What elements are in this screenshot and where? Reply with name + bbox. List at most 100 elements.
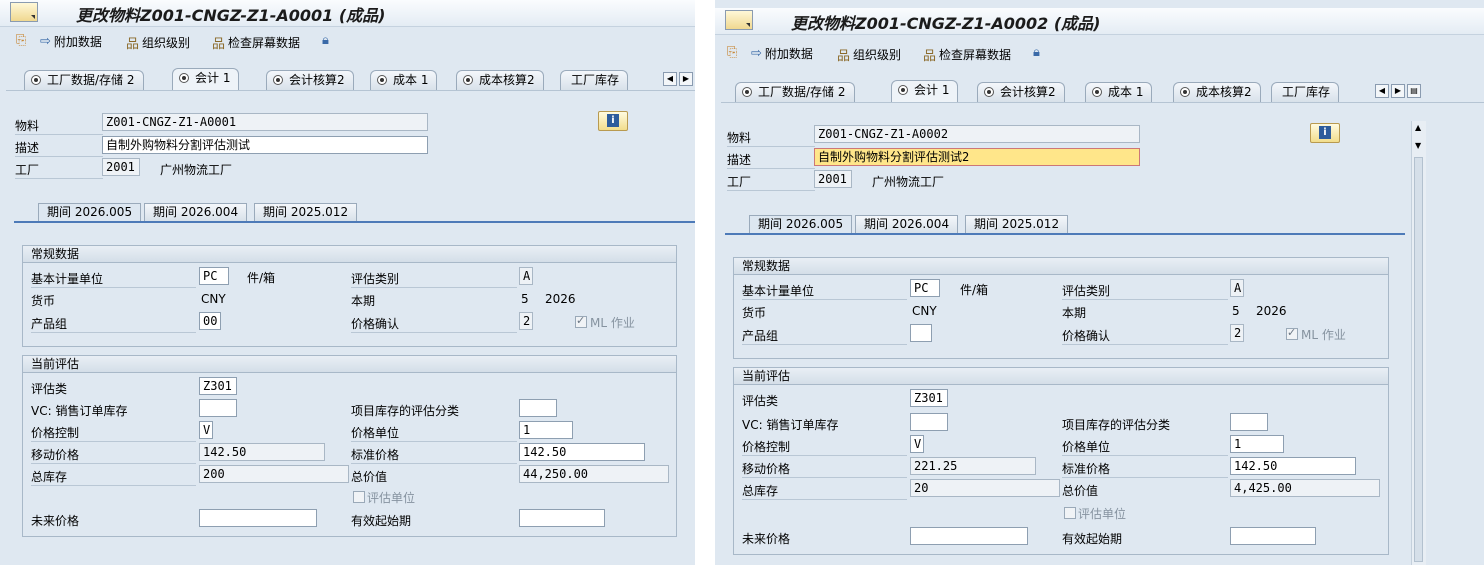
plant-field[interactable]: 2001 bbox=[814, 170, 852, 188]
future-price-field[interactable] bbox=[199, 509, 317, 527]
general-data-group: 常规数据 基本计量单位 PC 件/箱 评估类别 A 货币 CNY 本期 5 20… bbox=[733, 257, 1389, 359]
ml-act-checkbox[interactable] bbox=[1286, 326, 1298, 340]
vc-sales-order-field[interactable] bbox=[910, 413, 948, 431]
tab-costing-1[interactable]: 成本 1 bbox=[370, 70, 438, 90]
valuation-category-field[interactable]: A bbox=[519, 267, 533, 285]
tab-plant-stock[interactable]: 工厂库存 bbox=[560, 70, 629, 90]
plant-field[interactable]: 2001 bbox=[102, 158, 140, 176]
tab-next-icon[interactable]: ▶ bbox=[1391, 84, 1405, 98]
tab-costing-1[interactable]: 成本 1 bbox=[1085, 82, 1153, 102]
tab-costing-2[interactable]: 成本核算2 bbox=[456, 70, 544, 90]
radio-icon bbox=[273, 75, 283, 85]
tab-accounting-2[interactable]: 会计核算2 bbox=[266, 70, 354, 90]
tab-prev-icon[interactable]: ◀ bbox=[663, 72, 677, 86]
tab-period-current[interactable]: 期间 2026.005 bbox=[38, 203, 142, 221]
check-screen-button[interactable]: 品 检查屏幕数据 bbox=[212, 33, 300, 52]
additional-data-button[interactable]: ⇨ 附加数据 bbox=[40, 33, 102, 50]
description-field[interactable]: 自制外购物料分割评估测试 bbox=[102, 136, 428, 154]
create-icon[interactable]: ⎘ bbox=[727, 45, 737, 60]
tab-period-current[interactable]: 期间 2026.005 bbox=[749, 215, 853, 233]
moving-price-field[interactable]: 142.50 bbox=[199, 443, 325, 461]
tab-plant-stock[interactable]: 工厂库存 bbox=[1271, 82, 1340, 102]
ml-act-checkbox[interactable] bbox=[575, 314, 587, 328]
check-screen-button[interactable]: 品 检查屏幕数据 bbox=[923, 45, 1011, 64]
tab-period-year[interactable]: 期间 2025.012 bbox=[254, 203, 358, 221]
base-uom-label: 基本计量单位 bbox=[31, 270, 196, 288]
valid-from-field[interactable] bbox=[519, 509, 605, 527]
tab-next-icon[interactable]: ▶ bbox=[679, 72, 693, 86]
price-unit-field[interactable]: 1 bbox=[519, 421, 573, 439]
future-price-field[interactable] bbox=[910, 527, 1028, 545]
product-group-field[interactable] bbox=[910, 324, 932, 342]
total-stock-field[interactable]: 200 bbox=[199, 465, 349, 483]
scroll-thumb[interactable] bbox=[1414, 157, 1423, 562]
ml-act-label: ML 作业 bbox=[590, 316, 635, 330]
price-determination-field[interactable]: 2 bbox=[1230, 324, 1244, 342]
product-group-field[interactable]: 00 bbox=[199, 312, 221, 330]
tab-accounting-1[interactable]: 会计 1 bbox=[891, 80, 959, 103]
uom-text: 件/箱 bbox=[247, 271, 276, 285]
standard-price-field[interactable]: 142.50 bbox=[519, 443, 645, 461]
price-determination-field[interactable]: 2 bbox=[519, 312, 533, 330]
org-levels-button[interactable]: 品 组织级别 bbox=[126, 33, 190, 52]
moving-price-field[interactable]: 221.25 bbox=[910, 457, 1036, 475]
group-header: 当前评估 bbox=[23, 356, 676, 373]
tab-list-icon[interactable]: ▤ bbox=[1407, 84, 1421, 98]
price-control-label: 价格控制 bbox=[742, 438, 907, 456]
price-unit-field[interactable]: 1 bbox=[1230, 435, 1284, 453]
total-value-field[interactable]: 44,250.00 bbox=[519, 465, 669, 483]
radio-icon bbox=[984, 87, 994, 97]
tab-plant-data[interactable]: 工厂数据/存储 2 bbox=[735, 82, 855, 102]
total-stock-field[interactable]: 20 bbox=[910, 479, 1060, 497]
price-control-field[interactable]: V bbox=[199, 421, 213, 439]
vc-sales-order-field[interactable] bbox=[199, 399, 237, 417]
total-value-field[interactable]: 4,425.00 bbox=[1230, 479, 1380, 497]
plant-name: 广州物流工厂 bbox=[160, 163, 233, 177]
info-icon[interactable]: i bbox=[598, 111, 628, 131]
valuation-class-field[interactable]: Z301 bbox=[199, 377, 237, 395]
additional-data-button[interactable]: ⇨ 附加数据 bbox=[751, 45, 813, 62]
proj-stock-val-field[interactable] bbox=[519, 399, 557, 417]
tab-period-prev[interactable]: 期间 2026.004 bbox=[855, 215, 959, 233]
valid-from-field[interactable] bbox=[1230, 527, 1316, 545]
right-window: 更改物料Z001-CNGZ-Z1-A0002 (成品) ⎘ ⇨ 附加数据 品 组… bbox=[715, 0, 1484, 565]
valuated-unit-checkbox[interactable] bbox=[353, 491, 365, 503]
description-field[interactable]: 自制外购物料分割评估测试2 bbox=[814, 148, 1140, 166]
tab-period-prev[interactable]: 期间 2026.004 bbox=[144, 203, 248, 221]
period-value: 5 bbox=[1232, 304, 1240, 318]
scroll-down-icon[interactable]: ▼ bbox=[1415, 141, 1421, 150]
material-field[interactable]: Z001-CNGZ-Z1-A0001 bbox=[102, 113, 428, 131]
tab-period-year[interactable]: 期间 2025.012 bbox=[965, 215, 1069, 233]
application-toolbar: ⎘ ⇨ 附加数据 品 组织级别 品 检查屏幕数据 🔒︎ bbox=[0, 28, 695, 56]
menu-icon[interactable] bbox=[10, 2, 38, 22]
base-uom-field[interactable]: PC bbox=[199, 267, 229, 285]
window-title: 更改物料Z001-CNGZ-Z1-A0001 (成品) bbox=[76, 6, 386, 25]
vertical-scrollbar[interactable]: ▲ ▼ bbox=[1411, 121, 1426, 565]
standard-price-field[interactable]: 142.50 bbox=[1230, 457, 1356, 475]
info-icon[interactable]: i bbox=[1310, 123, 1340, 143]
lock-icon[interactable]: 🔒︎ bbox=[322, 33, 329, 48]
valuation-class-field[interactable]: Z301 bbox=[910, 389, 948, 407]
group-header: 常规数据 bbox=[734, 258, 1388, 275]
scroll-up-icon[interactable]: ▲ bbox=[1415, 123, 1421, 132]
tab-accounting-1[interactable]: 会计 1 bbox=[172, 68, 240, 91]
tab-costing-2[interactable]: 成本核算2 bbox=[1173, 82, 1261, 102]
base-uom-field[interactable]: PC bbox=[910, 279, 940, 297]
tab-accounting-2[interactable]: 会计核算2 bbox=[977, 82, 1065, 102]
tab-plant-data[interactable]: 工厂数据/存储 2 bbox=[24, 70, 144, 90]
price-control-field[interactable]: V bbox=[910, 435, 924, 453]
standard-price-label: 标准价格 bbox=[1062, 460, 1228, 478]
proj-stock-val-field[interactable] bbox=[1230, 413, 1268, 431]
create-icon[interactable]: ⎘ bbox=[16, 33, 26, 48]
valuated-unit-label: 评估单位 bbox=[1078, 507, 1127, 521]
currency-label: 货币 bbox=[742, 306, 767, 320]
lock-icon[interactable]: 🔒︎ bbox=[1033, 45, 1040, 60]
material-label: 物料 bbox=[15, 117, 103, 135]
tab-prev-icon[interactable]: ◀ bbox=[1375, 84, 1389, 98]
valuation-category-field[interactable]: A bbox=[1230, 279, 1244, 297]
menu-icon[interactable] bbox=[725, 10, 753, 30]
org-levels-button[interactable]: 品 组织级别 bbox=[837, 45, 901, 64]
valuated-unit-checkbox[interactable] bbox=[1064, 507, 1076, 519]
plant-label: 工厂 bbox=[15, 161, 103, 179]
material-field[interactable]: Z001-CNGZ-Z1-A0002 bbox=[814, 125, 1140, 143]
